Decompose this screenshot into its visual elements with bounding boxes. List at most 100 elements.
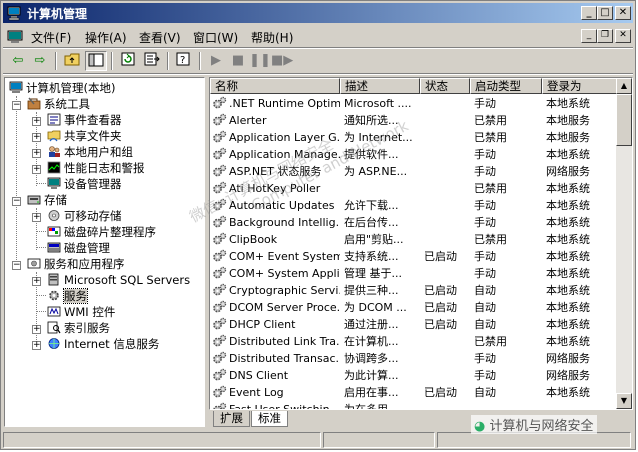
expander-expand[interactable]: + [32, 277, 41, 286]
service-logon-as: 本地系统 [546, 267, 590, 280]
expander-expand[interactable]: + [32, 213, 41, 222]
minimize-button[interactable]: _ [581, 6, 597, 20]
up-folder-icon[interactable] [61, 51, 83, 71]
expander-collapse[interactable]: − [12, 197, 21, 206]
status-pane [437, 432, 631, 448]
expander-expand[interactable]: + [32, 149, 41, 158]
table-row[interactable]: Alerter 通知所选... 已禁用 本地服务 [210, 112, 620, 129]
service-name: Distributed Transac... [212, 350, 340, 367]
toolbar-separator-line [3, 73, 633, 75]
table-row[interactable]: .NET Runtime Optim... Microsoft .... 手动 本地系… [210, 95, 620, 112]
table-row[interactable]: DNS Client 为此计算... 手动 网络服务 [210, 367, 620, 384]
tree-root[interactable]: 计算机管理(本地) [9, 80, 115, 96]
tree-item-performance-logs[interactable]: 性能日志和警报 [47, 160, 145, 176]
menu-file[interactable]: 文件(F) [31, 29, 71, 46]
tree-item-system-tools[interactable]: 系统工具 [27, 96, 90, 112]
restart-service-icon[interactable]: ■▶ [271, 51, 293, 71]
back-icon[interactable]: ⇦ [7, 51, 29, 71]
table-row[interactable]: Distributed Link Tra... 在计算机... 已禁用 本地系统 [210, 333, 620, 350]
child-close-button[interactable]: ✕ [615, 29, 631, 43]
expander-expand[interactable]: + [32, 133, 41, 142]
expander-expand[interactable]: + [32, 117, 41, 126]
tree-item-local-users[interactable]: 本地用户和组 [47, 144, 133, 160]
vertical-scrollbar[interactable]: ▲ ▼ [616, 78, 632, 409]
expander-collapse[interactable]: − [12, 261, 21, 270]
expander-expand[interactable]: + [32, 325, 41, 334]
table-row[interactable]: Cryptographic Servi... 提供三种... 已启动 自动 本地系统 [210, 282, 620, 299]
table-row[interactable]: DHCP Client 通过注册... 已启动 自动 本地系统 [210, 316, 620, 333]
table-row[interactable]: ClipBook 启用"剪贴... 已禁用 本地系统 [210, 231, 620, 248]
tab-extended[interactable]: 扩展 [213, 411, 250, 427]
tree-item-services[interactable]: 服务 [47, 288, 88, 304]
service-description: 管理 基于... [344, 267, 402, 280]
table-row[interactable]: Distributed Transac... 协调跨多... 手动 网络服务 [210, 350, 620, 367]
tree-item-disk-defragmenter[interactable]: 磁盘碎片整理程序 [47, 224, 156, 240]
table-row[interactable]: Background Intellig... 在后台传... 手动 本地系统 [210, 214, 620, 231]
table-row[interactable]: Ati HotKey Poller 已禁用 本地系统 [210, 180, 620, 197]
column-header-description[interactable]: 描述 [340, 78, 420, 94]
column-header-status[interactable]: 状态 [420, 78, 470, 94]
scroll-down-button[interactable]: ▼ [616, 393, 632, 409]
scroll-thumb[interactable] [616, 94, 632, 146]
tree-line [36, 295, 46, 296]
table-row[interactable]: DCOM Server Proce... 为 DCOM ... 已启动 自动 本地系统 [210, 299, 620, 316]
table-row[interactable]: COM+ System Appli... 管理 基于... 手动 本地系统 [210, 265, 620, 282]
table-row[interactable]: Event Log 启用在事... 已启动 自动 本地系统 [210, 384, 620, 401]
scroll-up-button[interactable]: ▲ [616, 78, 632, 94]
service-name-text: Cryptographic Servi... [229, 284, 340, 297]
performance-icon [47, 161, 61, 174]
service-status [424, 231, 472, 248]
column-header-startup-type[interactable]: 启动类型 [470, 78, 542, 94]
table-row[interactable]: Automatic Updates 允许下载... 手动 本地系统 [210, 197, 620, 214]
service-name: DNS Client [212, 367, 340, 384]
child-minimize-button[interactable]: _ [581, 29, 597, 43]
pause-service-icon[interactable]: ❚❚ [249, 51, 271, 71]
tree-item-wmi-control[interactable]: WMI 控件 [47, 304, 115, 320]
refresh-icon[interactable] [117, 51, 139, 71]
maximize-button[interactable]: □ [597, 6, 613, 20]
export-list-icon[interactable] [141, 51, 163, 71]
services-list[interactable]: 名称 描述 状态 启动类型 登录为 .NET Runtime Optim... M… [209, 77, 633, 410]
column-header-name[interactable]: 名称 [210, 78, 340, 94]
tree-item-removable-storage[interactable]: 可移动存储 [47, 208, 122, 224]
tree-item-shared-folders[interactable]: 共享文件夹 [47, 128, 122, 144]
table-row[interactable]: ASP.NET 状态服务 为 ASP.NE... 手动 网络服务 [210, 163, 620, 180]
service-name: Cryptographic Servi... [212, 282, 340, 299]
tree-item-storage[interactable]: 存储 [27, 192, 67, 208]
child-restore-button[interactable]: ❐ [597, 29, 613, 43]
console-icon[interactable] [7, 28, 23, 44]
sql-server-icon [48, 273, 59, 286]
table-row[interactable]: Application Manage... 提供软件... 手动 本地系统 [210, 146, 620, 163]
tree-item-disk-management[interactable]: 磁盘管理 [47, 240, 110, 256]
menu-help[interactable]: 帮助(H) [251, 29, 293, 46]
table-row[interactable]: Fast User Switchin... 为在多用... [210, 401, 620, 409]
menu-view[interactable]: 查看(V) [139, 29, 181, 46]
console-tree[interactable]: 计算机管理(本地) − 系统工具 + 事件查看器 + 共享文件夹 + 本地用户和… [4, 77, 205, 427]
menu-window[interactable]: 窗口(W) [193, 29, 238, 46]
expander-expand[interactable]: + [32, 165, 41, 174]
table-row[interactable]: COM+ Event System 支持系统... 已启动 手动 本地系统 [210, 248, 620, 265]
service-name-text: Alerter [229, 114, 267, 127]
service-name-text: DHCP Client [229, 318, 296, 331]
tree-item-services-and-applications[interactable]: 服务和应用程序 [27, 256, 125, 272]
tree-item-indexing-service[interactable]: 索引服务 [47, 320, 110, 336]
stop-service-icon[interactable]: ■ [227, 51, 249, 71]
service-logon-as: 网络服务 [546, 165, 590, 178]
tree-item-iis[interactable]: Internet 信息服务 [47, 336, 159, 352]
expander-collapse[interactable]: − [12, 101, 21, 110]
service-name-text: DNS Client [229, 369, 289, 382]
forward-icon[interactable]: ⇨ [29, 51, 51, 71]
show-hide-tree-icon[interactable] [85, 51, 107, 71]
tab-standard[interactable]: 标准 [251, 411, 288, 427]
tree-item-sql-servers[interactable]: Microsoft SQL Servers [47, 272, 190, 288]
title-bar[interactable]: 计算机管理 _ □ ✕ [3, 3, 633, 23]
tree-item-event-viewer[interactable]: 事件查看器 [47, 112, 122, 128]
close-button[interactable]: ✕ [615, 6, 631, 20]
tree-item-device-manager[interactable]: 设备管理器 [47, 176, 122, 192]
table-row[interactable]: Application Layer G... 为 Internet... 已禁用 本地… [210, 129, 620, 146]
expander-expand[interactable]: + [32, 341, 41, 350]
column-header-logon-as[interactable]: 登录为 [542, 78, 620, 94]
menu-action[interactable]: 操作(A) [85, 29, 127, 46]
help-icon[interactable]: ? [173, 51, 195, 71]
start-service-icon[interactable]: ▶ [205, 51, 227, 71]
